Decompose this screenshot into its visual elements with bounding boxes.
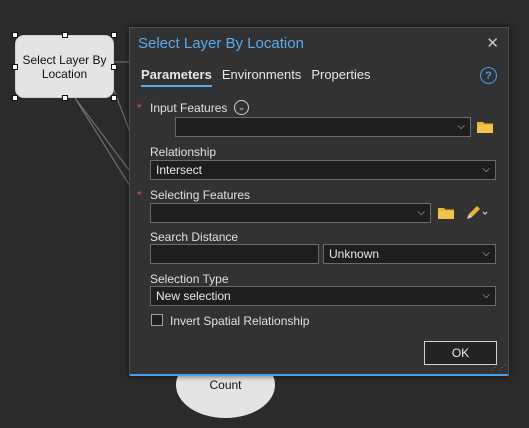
expand-icon[interactable]: ⌄: [234, 100, 249, 115]
resize-handle[interactable]: [12, 64, 18, 70]
ok-button[interactable]: OK: [424, 341, 497, 365]
dialog-title: Select Layer By Location: [138, 35, 304, 52]
resize-handle[interactable]: [111, 64, 117, 70]
pencil-icon[interactable]: [465, 205, 489, 221]
selecting-features-combo[interactable]: ⌵: [150, 203, 431, 223]
selection-type-label: Selection Type: [150, 272, 229, 286]
invert-checkbox[interactable]: [151, 314, 163, 326]
tool-dialog: Select Layer By Location ✕ Parameters En…: [129, 27, 509, 376]
chevron-down-icon: ⌵: [482, 290, 490, 301]
dialog-accent-bar: [130, 374, 508, 376]
help-icon[interactable]: ?: [480, 67, 497, 84]
tab-properties[interactable]: Properties: [311, 67, 370, 87]
selecting-features-label: Selecting Features: [150, 188, 251, 202]
close-icon[interactable]: ✕: [486, 34, 499, 52]
tab-environments[interactable]: Environments: [222, 67, 301, 87]
search-distance-input[interactable]: [150, 244, 319, 264]
resize-handle[interactable]: [12, 32, 18, 38]
chevron-down-icon: ⌵: [482, 164, 490, 175]
relationship-combo[interactable]: Intersect ⌵: [150, 160, 496, 180]
required-marker: *: [137, 101, 142, 115]
required-marker: *: [137, 188, 142, 202]
folder-icon[interactable]: [477, 121, 493, 133]
chevron-down-icon: ⌵: [457, 121, 465, 132]
count-node-label: Count: [209, 378, 242, 392]
folder-icon[interactable]: [438, 207, 454, 219]
resize-handle[interactable]: [111, 32, 117, 38]
resize-handle[interactable]: [62, 32, 68, 38]
relationship-label: Relationship: [150, 145, 217, 159]
chevron-down-icon: ⌵: [417, 207, 425, 218]
selection-type-combo[interactable]: New selection ⌵: [150, 286, 496, 306]
resize-handle[interactable]: [12, 95, 18, 101]
resize-grip-icon[interactable]: ⋰⋰: [491, 363, 506, 372]
tool-node-label: Select Layer By Location: [22, 52, 107, 81]
tool-node[interactable]: Select Layer By Location: [15, 35, 114, 98]
resize-handle[interactable]: [111, 95, 117, 101]
invert-label: Invert Spatial Relationship: [170, 314, 310, 328]
chevron-down-icon: ⌵: [482, 248, 490, 259]
search-distance-label: Search Distance: [150, 230, 239, 244]
distance-unit-combo[interactable]: Unknown ⌵: [323, 244, 496, 264]
dialog-tabs: Parameters Environments Properties: [141, 67, 371, 87]
tab-parameters[interactable]: Parameters: [141, 67, 212, 87]
input-features-label: Input Features: [150, 101, 228, 115]
resize-handle[interactable]: [62, 95, 68, 101]
input-features-combo[interactable]: ⌵: [175, 117, 471, 137]
